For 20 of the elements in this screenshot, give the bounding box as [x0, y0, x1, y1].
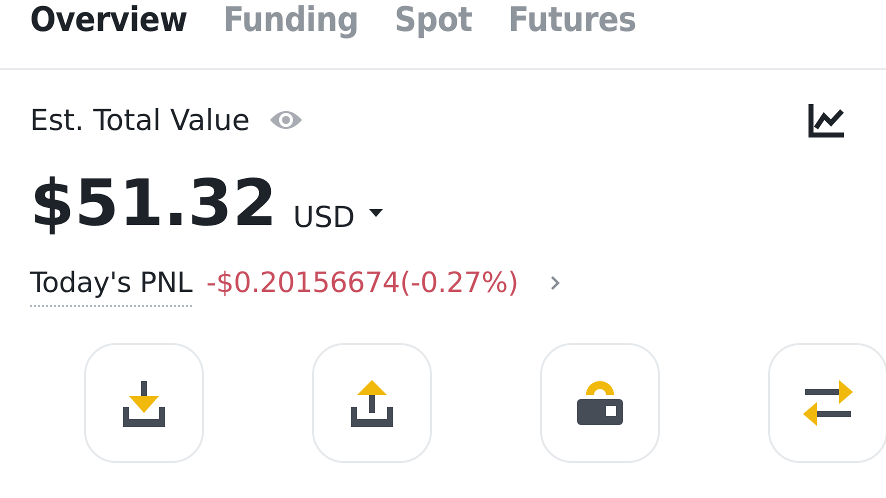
tab[interactable]: Spot	[394, 0, 472, 40]
pnl-label: Today's PNL	[30, 266, 192, 307]
deposit-button[interactable]	[84, 343, 204, 463]
pnl-value: -$0.20156674(-0.27%)	[206, 266, 518, 301]
tab[interactable]: Overview	[30, 0, 188, 40]
tab[interactable]: Futures	[508, 0, 636, 40]
transfer-button[interactable]	[768, 343, 886, 463]
withdraw-button[interactable]	[312, 343, 432, 463]
tab[interactable]: Funding	[223, 0, 359, 40]
chart-icon[interactable]	[808, 102, 846, 138]
total-value-label: Est. Total Value	[30, 103, 250, 137]
upload-icon	[348, 379, 396, 427]
total-amount: $51.32	[30, 172, 277, 236]
transfer-icon	[801, 379, 855, 427]
download-icon	[120, 379, 168, 427]
caret-icon	[368, 209, 383, 217]
lock-icon	[576, 379, 624, 427]
currency-dropdown[interactable]: USD	[292, 200, 383, 236]
chevron-right-icon[interactable]	[550, 274, 560, 290]
lock-button[interactable]	[540, 343, 660, 463]
